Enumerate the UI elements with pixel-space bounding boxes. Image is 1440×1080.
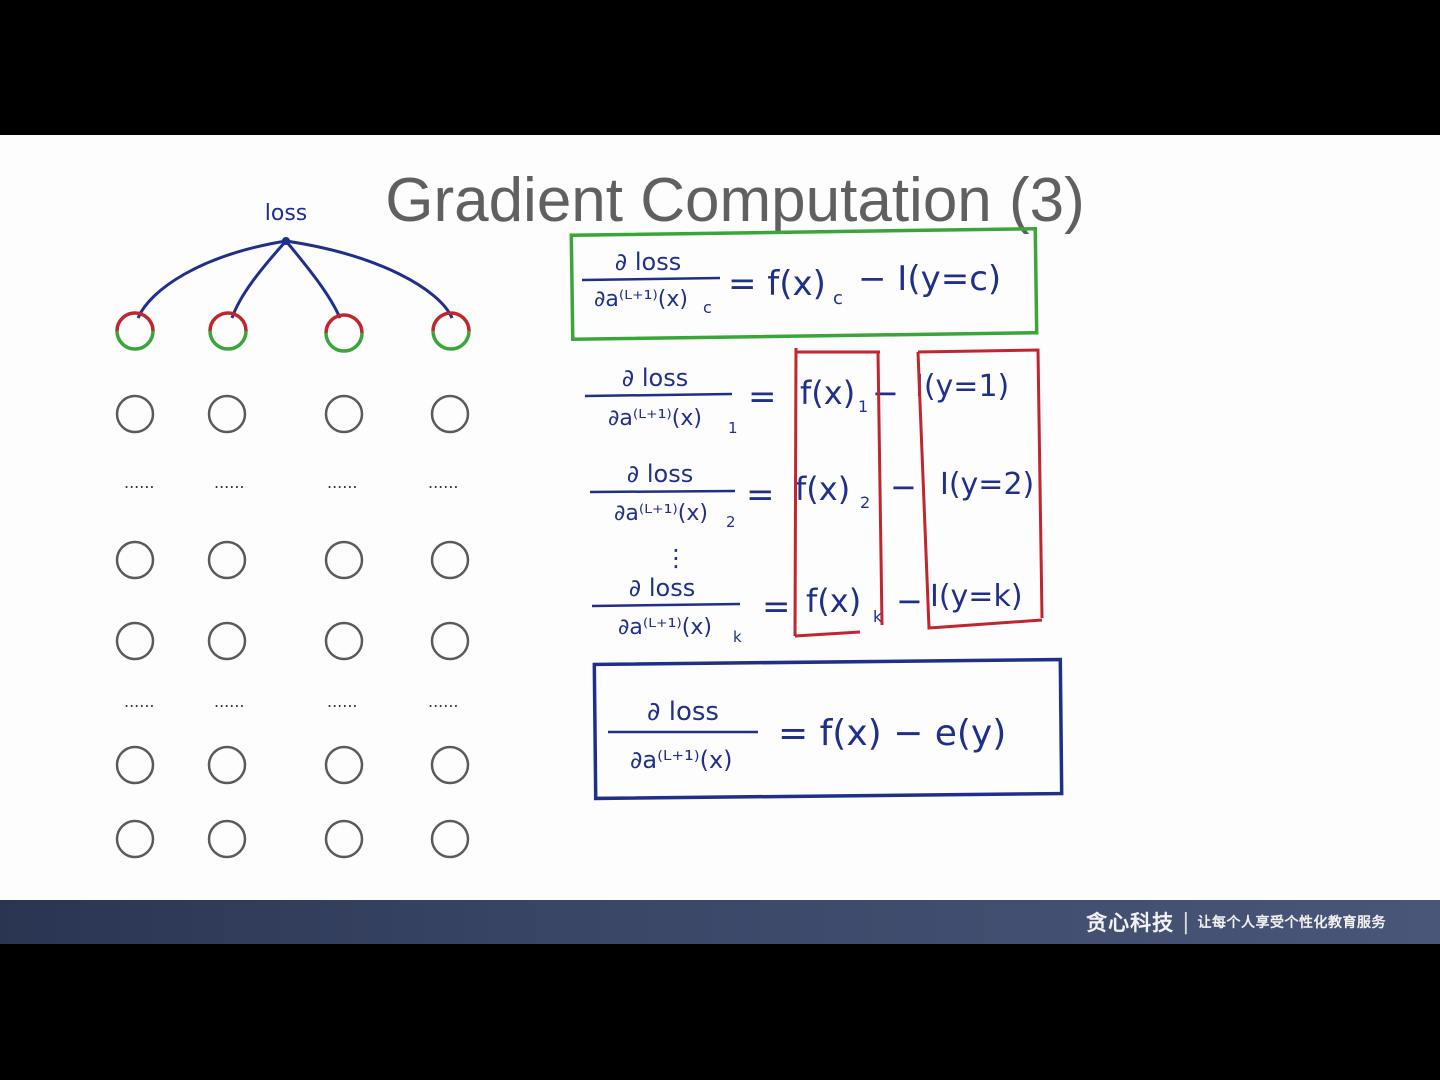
hidden-node xyxy=(430,621,470,661)
result-rhs: = f(x) − e(y) xyxy=(778,713,1006,754)
vertical-dots: ⋮ xyxy=(664,544,688,572)
hidden-node xyxy=(115,745,155,785)
output-node xyxy=(324,313,364,353)
equation-rows: ∂ loss ∂a⁽ᴸ⁺¹⁾(x) 1 = f(x) 1 − I(y=1) ∂ … xyxy=(584,347,1044,646)
hidden-node xyxy=(430,745,470,785)
row1-denominator: ∂a⁽ᴸ⁺¹⁾(x) xyxy=(608,406,702,431)
hidden-node xyxy=(207,621,247,661)
brand-watermark: 贪心科技 | 让每个人享受个性化教育服务 xyxy=(1086,907,1386,937)
output-node xyxy=(208,311,248,351)
ellipsis: ...... xyxy=(124,692,155,711)
top-denominator-sub: c xyxy=(703,298,712,317)
row3-indicator: I(y=k) xyxy=(930,579,1023,614)
row1-numerator: ∂ loss xyxy=(622,364,688,392)
hidden-node xyxy=(324,621,364,661)
top-denominator: ∂a⁽ᴸ⁺¹⁾(x) xyxy=(594,287,688,312)
fraction-bar xyxy=(589,489,736,494)
row1-f-sub: 1 xyxy=(858,397,868,416)
brand-slogan: 让每个人享受个性化教育服务 xyxy=(1197,915,1386,931)
hidden-node xyxy=(115,540,155,580)
edge-1 xyxy=(136,239,287,319)
hidden-node xyxy=(324,819,364,859)
row3-minus: − xyxy=(896,582,923,620)
ellipsis: ...... xyxy=(124,473,155,492)
row2-sub: 2 xyxy=(726,513,736,531)
hidden-node xyxy=(430,394,470,434)
ellipsis: ...... xyxy=(428,692,459,711)
row2-equals: = xyxy=(746,475,775,515)
hidden-node xyxy=(430,540,470,580)
row3-numerator: ∂ loss xyxy=(629,574,695,602)
hidden-node xyxy=(207,745,247,785)
row2-numerator: ∂ loss xyxy=(627,460,693,488)
row3-sub: k xyxy=(733,628,742,646)
row1-indicator: I(y=1) xyxy=(915,369,1009,404)
top-rhs-tail: − I(y=c) xyxy=(858,259,1001,299)
row2-f-sub: 2 xyxy=(860,493,870,512)
row3-denominator: ∂a⁽ᴸ⁺¹⁾(x) xyxy=(618,615,712,640)
output-node xyxy=(115,311,155,351)
row1-equals: = xyxy=(748,377,777,417)
result-numerator: ∂ loss xyxy=(647,697,719,727)
ellipsis: ...... xyxy=(327,692,358,711)
hidden-node xyxy=(324,540,364,580)
hidden-node xyxy=(115,819,155,859)
equation-result: ∂ loss ∂a⁽ᴸ⁺¹⁾(x) = f(x) − e(y) xyxy=(592,657,1064,801)
hidden-node xyxy=(324,745,364,785)
row1-f: f(x) xyxy=(800,374,855,412)
hidden-node xyxy=(324,394,364,434)
ellipsis: ...... xyxy=(214,473,245,492)
network-diagram: loss ...... ...... ...... ...... ...... … xyxy=(115,201,471,859)
ellipsis: ...... xyxy=(428,473,459,492)
fraction-bar xyxy=(591,602,741,608)
hidden-node xyxy=(207,540,247,580)
row2-indicator: I(y=2) xyxy=(940,467,1034,502)
hidden-node xyxy=(115,394,155,434)
row3-f: f(x) xyxy=(806,582,861,620)
loss-label: loss xyxy=(265,201,308,226)
row2-f: f(x) xyxy=(795,470,850,508)
row1-sub: 1 xyxy=(728,419,738,437)
hidden-node xyxy=(207,819,247,859)
hidden-node xyxy=(430,819,470,859)
equation-top: ∂ loss ∂a⁽ᴸ⁺¹⁾(x) c = f(x) c − I(y=c) xyxy=(569,226,1039,342)
row2-denominator: ∂a⁽ᴸ⁺¹⁾(x) xyxy=(614,501,708,526)
edge-3 xyxy=(284,240,342,319)
row3-equals: = xyxy=(762,587,791,627)
top-numerator: ∂ loss xyxy=(615,248,681,276)
result-denominator: ∂a⁽ᴸ⁺¹⁾(x) xyxy=(630,746,733,774)
row1-minus: − xyxy=(872,374,899,412)
top-rhs: = f(x) xyxy=(728,264,826,304)
brand-name: 贪心科技 xyxy=(1086,911,1175,935)
row2-minus: − xyxy=(890,468,917,506)
edge-4 xyxy=(285,239,454,319)
hidden-node xyxy=(115,621,155,661)
ellipsis: ...... xyxy=(214,692,245,711)
brand-separator: | xyxy=(1182,909,1190,935)
ellipsis: ...... xyxy=(327,473,358,492)
fraction-bar xyxy=(584,392,733,398)
hidden-node xyxy=(207,394,247,434)
fraction-bar xyxy=(581,276,721,282)
top-rhs-sub: c xyxy=(833,288,843,309)
